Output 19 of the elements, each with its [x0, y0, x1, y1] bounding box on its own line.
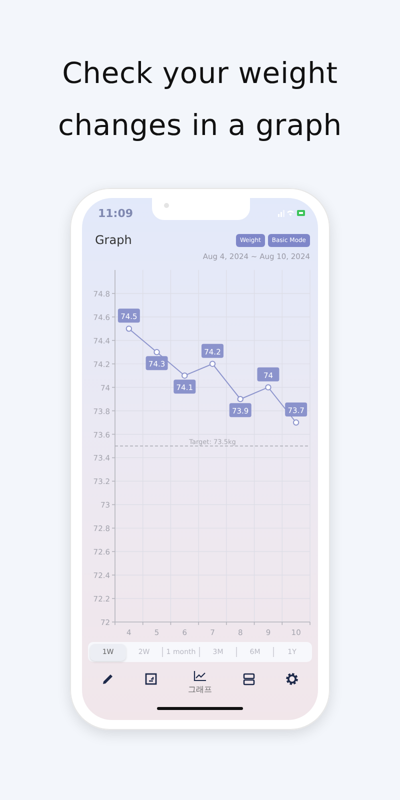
settings-icon	[285, 672, 300, 686]
data-point	[182, 372, 188, 379]
status-icons	[278, 209, 306, 217]
screen-title: Graph	[95, 233, 132, 247]
list-icon	[242, 672, 256, 686]
pencil-icon	[100, 672, 115, 686]
nav-tab[interactable]: 그래프	[184, 670, 216, 697]
camera-icon	[164, 203, 169, 208]
data-point	[265, 384, 272, 390]
data-point	[154, 349, 160, 356]
data-point	[209, 360, 216, 367]
headline: changes in a graph	[58, 107, 342, 144]
chart-icon	[192, 670, 207, 682]
headline: Check your weight	[62, 55, 338, 92]
memo-icon	[144, 672, 158, 686]
data-point	[126, 326, 132, 332]
data-point	[292, 419, 300, 426]
status-time: 11:09	[98, 206, 134, 220]
data-point	[237, 396, 244, 402]
